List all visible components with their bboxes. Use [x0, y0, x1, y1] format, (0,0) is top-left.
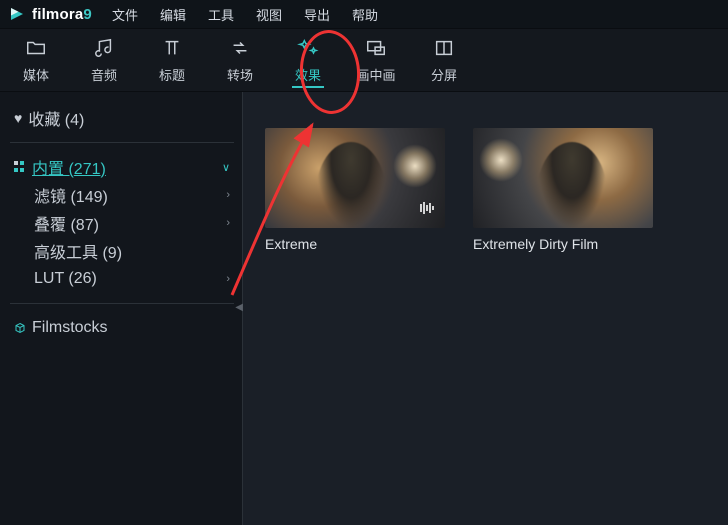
- box-icon: [14, 322, 26, 334]
- sidebar-filmstocks[interactable]: Filmstocks: [10, 314, 234, 342]
- tool-label: 标题: [159, 65, 185, 84]
- split-icon: [433, 37, 455, 59]
- sidebar-filmstocks-label: Filmstocks: [32, 319, 108, 337]
- menu-export[interactable]: 导出: [298, 1, 336, 28]
- tool-label: 媒体: [23, 65, 49, 84]
- tool-media[interactable]: 媒体: [2, 30, 70, 90]
- sidebar-favorites-label: 收藏 (4): [28, 106, 84, 130]
- menu-help[interactable]: 帮助: [346, 1, 384, 28]
- sidebar-item-label: 叠覆 (87): [34, 211, 99, 235]
- tool-label: 音频: [91, 65, 117, 84]
- menubar: 文件 编辑 工具 视图 导出 帮助: [106, 1, 384, 28]
- brand-icon: [8, 5, 26, 23]
- sidebar-item-filter[interactable]: 滤镜 (149) ›: [30, 181, 234, 209]
- effect-title: Extreme: [265, 236, 445, 252]
- tool-title[interactable]: 标题: [138, 30, 206, 90]
- chevron-down-icon: ∨: [222, 161, 230, 174]
- waveform-icon: [417, 201, 437, 220]
- brand-text: filmora9: [32, 6, 92, 23]
- sidebar-builtin-children: 滤镜 (149) › 叠覆 (87) › 高级工具 (9) LUT (26) ›: [10, 181, 234, 293]
- menu-file[interactable]: 文件: [106, 1, 144, 28]
- sidebar-collapse-handle[interactable]: ◀: [235, 302, 243, 313]
- brand-version: 9: [83, 6, 92, 23]
- sidebar-item-label: LUT (26): [34, 270, 97, 288]
- chevron-right-icon: ›: [226, 217, 230, 229]
- effect-card[interactable]: Extreme: [265, 128, 445, 252]
- sidebar-builtin-label: 内置 (271): [32, 155, 106, 179]
- sidebar-favorites[interactable]: ♥ 收藏 (4): [10, 104, 234, 132]
- tool-label: 效果: [295, 65, 321, 84]
- main-area: ♥ 收藏 (4) 内置 (271) ∨ 滤镜 (149) › 叠覆 (87) ›…: [0, 92, 728, 525]
- swap-icon: [229, 37, 251, 59]
- tool-label: 画中画: [356, 65, 395, 84]
- sidebar-item-label: 高级工具 (9): [34, 239, 122, 263]
- titlebar: filmora9 文件 编辑 工具 视图 导出 帮助: [0, 0, 728, 28]
- tool-label: 转场: [227, 65, 253, 84]
- content-area: Extreme Extremely Dirty Film: [243, 92, 728, 525]
- sidebar: ♥ 收藏 (4) 内置 (271) ∨ 滤镜 (149) › 叠覆 (87) ›…: [0, 92, 243, 525]
- sidebar-item-lut[interactable]: LUT (26) ›: [30, 265, 234, 293]
- folder-icon: [25, 37, 47, 59]
- tool-audio[interactable]: 音频: [70, 30, 138, 90]
- tool-effects[interactable]: 效果: [274, 30, 342, 90]
- brand-name: filmora: [32, 6, 83, 23]
- music-icon: [93, 37, 115, 59]
- text-icon: [161, 37, 183, 59]
- tool-pip[interactable]: 画中画: [342, 30, 410, 90]
- sidebar-item-label: 滤镜 (149): [34, 183, 108, 207]
- menu-view[interactable]: 视图: [250, 1, 288, 28]
- sidebar-builtin[interactable]: 内置 (271) ∨: [10, 153, 234, 181]
- effect-title: Extremely Dirty Film: [473, 236, 653, 252]
- chevron-right-icon: ›: [226, 273, 230, 285]
- divider: [10, 303, 234, 304]
- tool-label: 分屏: [431, 65, 457, 84]
- sparkle-icon: [297, 37, 319, 59]
- tool-splitscreen[interactable]: 分屏: [410, 30, 478, 90]
- divider: [10, 142, 234, 143]
- sidebar-item-overlay[interactable]: 叠覆 (87) ›: [30, 209, 234, 237]
- menu-tools[interactable]: 工具: [202, 1, 240, 28]
- pip-icon: [365, 37, 387, 59]
- grid-icon: [14, 161, 26, 173]
- heart-icon: ♥: [14, 110, 22, 126]
- chevron-right-icon: ›: [226, 189, 230, 201]
- effect-thumbnail: [265, 128, 445, 228]
- effect-card[interactable]: Extremely Dirty Film: [473, 128, 653, 252]
- sidebar-item-advanced[interactable]: 高级工具 (9): [30, 237, 234, 265]
- effect-thumbnail: [473, 128, 653, 228]
- tool-toolbar: 媒体 音频 标题 转场 效果 画中画 分屏: [0, 28, 728, 92]
- tool-transition[interactable]: 转场: [206, 30, 274, 90]
- brand: filmora9: [8, 5, 92, 23]
- menu-edit[interactable]: 编辑: [154, 1, 192, 28]
